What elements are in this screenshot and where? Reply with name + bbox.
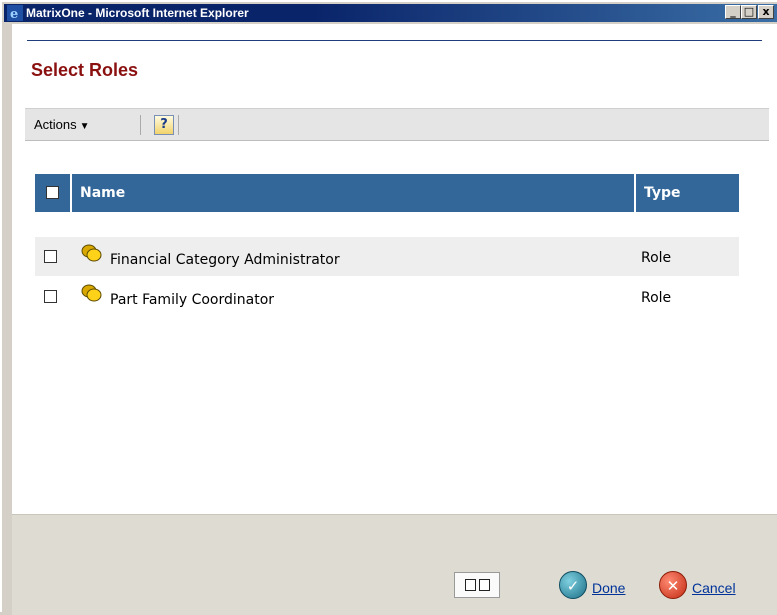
svg-text:e: e	[10, 7, 18, 21]
actions-menu[interactable]: Actions ▼	[34, 117, 90, 132]
minimize-button[interactable]: _	[725, 5, 741, 19]
action-toolbar: Actions ▼ ?	[25, 108, 769, 141]
toolbar-separator	[178, 115, 179, 135]
title-bar: e MatrixOne - Microsoft Internet Explore…	[4, 4, 777, 22]
header-divider	[27, 40, 762, 41]
column-header-name[interactable]: Name	[72, 174, 634, 212]
select-all-header	[35, 174, 70, 212]
column-type-label: Type	[644, 185, 681, 201]
cancel-icon[interactable]: ✕	[659, 571, 687, 599]
chevron-down-icon: ▼	[79, 121, 90, 132]
select-all-checkbox[interactable]	[46, 186, 59, 199]
cancel-button[interactable]: Cancel	[692, 580, 736, 596]
dialog-footer: ✓ Done ✕ Cancel	[12, 514, 777, 615]
help-icon[interactable]: ?	[154, 115, 174, 135]
row-type: Role	[641, 250, 672, 266]
maximize-button[interactable]: □	[741, 5, 757, 19]
column-name-label: Name	[80, 185, 126, 201]
check-icon[interactable]: ✓	[559, 571, 587, 599]
ie-logo-icon: e	[7, 5, 23, 21]
role-icon	[81, 284, 102, 302]
row-checkbox[interactable]	[44, 250, 57, 263]
table-row: Financial Category Administrator Role	[35, 237, 739, 276]
done-button[interactable]: Done	[592, 580, 625, 596]
actions-label: Actions	[34, 117, 77, 132]
role-icon	[81, 244, 102, 262]
split-view-button[interactable]	[454, 572, 500, 598]
right-pane-icon	[479, 579, 490, 591]
table-row: Part Family Coordinator Role	[35, 277, 739, 316]
window-title: MatrixOne - Microsoft Internet Explorer	[26, 6, 249, 20]
row-checkbox[interactable]	[44, 290, 57, 303]
row-type: Role	[641, 290, 672, 306]
row-name: Financial Category Administrator	[110, 252, 340, 268]
page-title: Select Roles	[31, 60, 139, 80]
left-pane-icon	[465, 579, 476, 591]
browser-window: e MatrixOne - Microsoft Internet Explore…	[0, 0, 777, 615]
toolbar-separator	[140, 115, 141, 135]
close-button[interactable]: x	[758, 5, 774, 19]
column-header-type[interactable]: Type	[636, 174, 739, 212]
row-name: Part Family Coordinator	[110, 292, 275, 308]
